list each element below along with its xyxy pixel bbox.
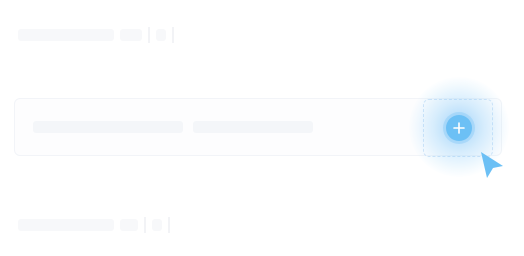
placeholder-bar <box>156 29 166 41</box>
placeholder-row-top <box>18 24 174 46</box>
placeholder-bar <box>120 219 138 231</box>
placeholder-bar <box>33 121 183 133</box>
cursor-arrow-icon <box>481 152 503 178</box>
placeholder-row-bottom <box>18 214 170 236</box>
placeholder-divider <box>144 217 146 233</box>
placeholder-bar <box>18 219 114 231</box>
placeholder-bar <box>193 121 313 133</box>
add-button[interactable] <box>446 115 472 141</box>
canvas <box>0 0 524 256</box>
placeholder-bar <box>120 29 142 41</box>
placeholder-divider <box>148 27 150 43</box>
placeholder-bar <box>152 219 162 231</box>
placeholder-divider <box>172 27 174 43</box>
placeholder-divider <box>168 217 170 233</box>
plus-icon <box>453 122 465 134</box>
placeholder-bar <box>18 29 114 41</box>
